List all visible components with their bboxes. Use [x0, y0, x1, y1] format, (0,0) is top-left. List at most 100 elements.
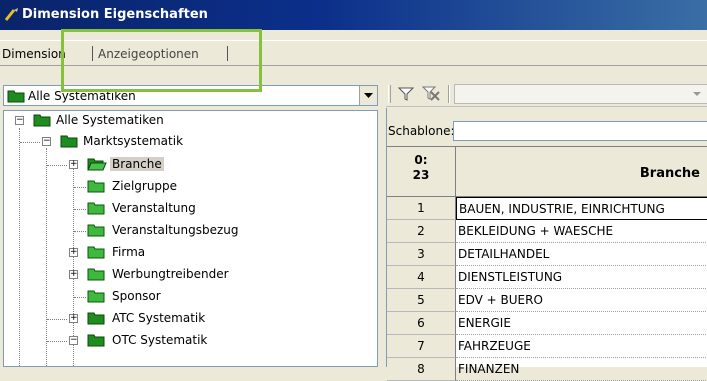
title-bar: Dimension Eigenschaften	[0, 0, 707, 30]
tab-dimension[interactable]: Dimension	[2, 47, 66, 61]
tree-connector	[74, 297, 86, 298]
branche-grid: 0: 23 Branche 1 BAUEN, INDUSTRIE, EINRIC…	[387, 146, 707, 381]
tree-node-alle-systematiken[interactable]: − Alle Systematiken	[4, 112, 304, 130]
tree-node-veranstaltungsbezug[interactable]: Veranstaltungsbezug	[4, 222, 304, 240]
row-value[interactable]: FINANZEN	[456, 358, 707, 381]
table-row[interactable]: 1 BAUEN, INDUSTRIE, EINRICHTUNG	[387, 197, 707, 220]
tree-connector	[47, 341, 67, 342]
row-number: 7	[387, 335, 456, 358]
tree-node-label: Alle Systematiken	[56, 113, 164, 127]
tree-node-label: Firma	[112, 245, 146, 259]
tree-node-label: Marktsystematik	[83, 134, 184, 148]
tree-node-label: OTC Systematik	[112, 333, 208, 347]
tab-anzeigeoptionen[interactable]: Anzeigeoptionen	[98, 47, 199, 61]
toolbar-separator	[448, 85, 450, 103]
filter-icon[interactable]	[398, 87, 414, 101]
table-row[interactable]: 8 FINANZEN	[387, 358, 707, 381]
tree-connector	[47, 165, 67, 166]
tree-node-label: Veranstaltungsbezug	[112, 223, 239, 237]
table-row[interactable]: 7 FAHRZEUGE	[387, 335, 707, 358]
table-row[interactable]: 3 DETAILHANDEL	[387, 243, 707, 266]
toolbar-grip[interactable]	[388, 85, 391, 103]
row-number: 3	[387, 243, 456, 266]
row-value[interactable]: DETAILHANDEL	[456, 243, 707, 266]
tree-node-werbungtreibender[interactable]: + Werbungtreibender	[4, 266, 304, 284]
folder-icon	[87, 202, 105, 215]
expand-icon[interactable]: +	[69, 314, 78, 323]
table-row[interactable]: 6 ENERGIE	[387, 312, 707, 335]
filter-select[interactable]	[454, 84, 707, 104]
folder-open-icon	[87, 158, 107, 171]
tree-node-sponsor[interactable]: Sponsor	[4, 288, 304, 306]
systematik-select-value: Alle Systematiken	[28, 89, 136, 103]
collapse-icon[interactable]: −	[69, 336, 78, 345]
schablone-input[interactable]	[453, 121, 707, 141]
folder-icon	[7, 90, 25, 103]
row-number-header[interactable]: 0: 23	[387, 147, 456, 197]
tab-separator	[92, 46, 93, 61]
tree-connector	[74, 231, 86, 232]
tree-node-label: Zielgruppe	[112, 179, 178, 193]
tree-node-atc-systematik[interactable]: + ATC Systematik	[4, 310, 304, 328]
row-number: 2	[387, 220, 456, 243]
row-value[interactable]: ENERGIE	[456, 312, 707, 335]
tab-bar: Dimension Anzeigeoptionen	[0, 40, 707, 66]
tree-node-label: Werbungtreibender	[112, 267, 229, 281]
row-number-header-line1: 0:	[414, 153, 428, 167]
tree-connector	[74, 209, 86, 210]
row-number: 5	[387, 289, 456, 312]
row-number: 4	[387, 266, 456, 289]
schablone-label: Schablone:	[388, 124, 455, 138]
folder-icon	[87, 312, 105, 325]
tree-node-otc-systematik[interactable]: − OTC Systematik	[4, 332, 304, 350]
row-number: 6	[387, 312, 456, 335]
clear-filter-icon[interactable]	[422, 86, 440, 102]
column-header-branche[interactable]: Branche	[456, 147, 707, 197]
row-value[interactable]: BEKLEIDUNG + WAESCHE	[456, 220, 707, 243]
row-value[interactable]: BAUEN, INDUSTRIE, EINRICHTUNG	[456, 197, 707, 220]
folder-open-icon	[60, 135, 78, 148]
tree-node-marktsystematik[interactable]: − Marktsystematik	[4, 133, 304, 151]
tree-node-label: Sponsor	[112, 289, 161, 303]
systematik-tree[interactable]: − Alle Systematiken − Marktsystematik + …	[3, 110, 378, 367]
table-row[interactable]: 4 DIENSTLEISTUNG	[387, 266, 707, 289]
dropdown-arrow-icon[interactable]	[689, 87, 705, 101]
row-value[interactable]: FAHRZEUGE	[456, 335, 707, 358]
expand-icon[interactable]: +	[69, 160, 78, 169]
folder-icon	[87, 180, 105, 193]
tree-node-branche[interactable]: + Branche	[4, 156, 304, 174]
tree-node-zielgruppe[interactable]: Zielgruppe	[4, 178, 304, 196]
folder-icon	[87, 224, 105, 237]
window-title: Dimension Eigenschaften	[22, 7, 208, 22]
dropdown-arrow-icon[interactable]	[359, 86, 377, 105]
tree-connector	[47, 319, 67, 320]
column-header-label: Branche	[639, 166, 700, 181]
row-number: 8	[387, 358, 456, 381]
folder-icon	[87, 268, 105, 281]
folder-open-icon	[33, 114, 51, 127]
branche-panel: Schablone: 0: 23 Branche 1 BAUEN, INDUST…	[386, 108, 707, 381]
collapse-icon[interactable]: −	[42, 137, 51, 146]
tree-node-firma[interactable]: + Firma	[4, 244, 304, 262]
app-icon	[4, 8, 18, 21]
folder-icon	[87, 290, 105, 303]
tree-node-label: ATC Systematik	[112, 311, 206, 325]
collapse-icon[interactable]: −	[15, 116, 24, 125]
tree-node-label: Veranstaltung	[112, 201, 196, 215]
tab-separator	[227, 46, 228, 61]
table-row[interactable]: 2 BEKLEIDUNG + WAESCHE	[387, 220, 707, 243]
row-number: 1	[387, 197, 456, 220]
folder-icon	[87, 334, 105, 347]
tree-connector	[20, 142, 40, 143]
filter-toolbar	[386, 82, 707, 107]
row-value[interactable]: DIENSTLEISTUNG	[456, 266, 707, 289]
tree-connector	[74, 187, 86, 188]
tree-node-veranstaltung[interactable]: Veranstaltung	[4, 200, 304, 218]
expand-icon[interactable]: +	[69, 270, 78, 279]
tree-node-label: Branche	[110, 157, 164, 171]
row-value[interactable]: EDV + BUERO	[456, 289, 707, 312]
table-row[interactable]: 5 EDV + BUERO	[387, 289, 707, 312]
folder-icon	[87, 246, 105, 259]
expand-icon[interactable]: +	[69, 248, 78, 257]
systematik-select[interactable]: Alle Systematiken	[3, 85, 378, 106]
